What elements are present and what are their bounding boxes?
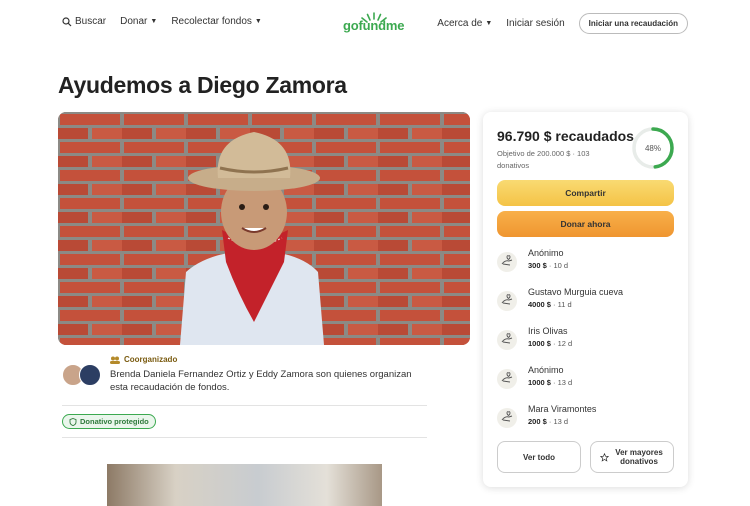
gofundme-logo[interactable]: gofundme — [343, 11, 405, 35]
donate-menu[interactable]: Donar ▼ — [120, 16, 157, 27]
donor-name: Gustavo Murguia cueva — [528, 287, 624, 297]
donate-menu-label: Donar — [120, 16, 148, 27]
fundraise-menu-label: Recolectar fondos — [171, 16, 252, 27]
co-organized-text: Coorganizado — [124, 355, 178, 364]
protected-badge[interactable]: Donativo protegido — [62, 414, 156, 429]
donation-item: Gustavo Murguia cueva 4000 $ · 11 d — [497, 287, 674, 317]
about-menu[interactable]: Acerca de ▼ — [437, 18, 492, 29]
hero-photo — [58, 112, 470, 345]
organizer-avatars[interactable] — [62, 364, 102, 386]
donation-amount: 1000 $ — [528, 339, 551, 348]
see-top-donations-label: Ver mayores donativos — [615, 448, 663, 466]
donation-item: Anónimo 300 $ · 10 d — [497, 248, 674, 278]
campaign-hero-image[interactable] — [58, 112, 470, 345]
login-label: Iniciar sesión — [506, 18, 565, 29]
nav-right: Acerca de ▼ Iniciar sesión Iniciar una r… — [437, 13, 688, 34]
donation-item: Iris Olivas 1000 $ · 12 d — [497, 326, 674, 356]
progress-percent: 48% — [645, 144, 661, 153]
donation-amount: 4000 $ — [528, 300, 551, 309]
donation-time: 12 d — [557, 339, 573, 348]
divider — [62, 437, 427, 438]
donation-meta: 300 $ · 10 d — [528, 261, 569, 270]
campaign-secondary-image[interactable] — [107, 464, 382, 506]
protected-badge-label: Donativo protegido — [80, 417, 149, 426]
co-organizer-icon — [110, 356, 120, 364]
donor-name: Anónimo — [528, 248, 564, 258]
logo-text: gofundme — [343, 18, 405, 33]
donation-item: Anónimo 1000 $ · 13 d — [497, 365, 674, 395]
donation-meta: 4000 $ · 11 d — [528, 300, 572, 309]
donation-hand-icon — [497, 330, 517, 350]
donation-hand-icon — [497, 252, 517, 272]
login-link[interactable]: Iniciar sesión — [506, 18, 564, 29]
donation-meta: 1000 $ · 13 d — [528, 378, 573, 387]
donation-time: 10 d — [553, 261, 569, 270]
avatar — [79, 364, 101, 386]
donate-now-button[interactable]: Donar ahora — [497, 211, 674, 237]
search-icon — [62, 16, 72, 26]
about-menu-label: Acerca de — [437, 18, 483, 29]
goal-text: Objetivo de 200.000 $ · 103 donativos — [497, 149, 590, 170]
donation-meta: 1000 $ · 12 d — [528, 339, 573, 348]
donation-hand-icon — [497, 291, 517, 311]
donor-name: Iris Olivas — [528, 326, 568, 336]
star-icon — [600, 452, 609, 462]
page-title: Ayudemos a Diego Zamora — [58, 72, 347, 98]
donation-amount: 300 $ — [528, 261, 547, 270]
donation-time: 13 d — [553, 417, 569, 426]
donation-amount: 1000 $ — [528, 378, 551, 387]
shield-icon — [69, 417, 77, 426]
donation-item: Mara Viramontes 200 $ · 13 d — [497, 404, 674, 434]
donor-name: Anónimo — [528, 365, 564, 375]
share-button[interactable]: Compartir — [497, 180, 674, 206]
nav-left: Buscar Donar ▼ Recolectar fondos ▼ — [62, 16, 262, 27]
raised-amount: 96.790 $ recaudados — [497, 128, 634, 144]
donation-card: 96.790 $ recaudados Objetivo de 200.000 … — [483, 112, 688, 487]
donation-hand-icon — [497, 369, 517, 389]
donation-hand-icon — [497, 408, 517, 428]
see-all-button[interactable]: Ver todo — [497, 441, 581, 473]
chevron-down-icon: ▼ — [485, 20, 493, 27]
co-organized-label: Coorganizado — [110, 355, 177, 364]
fundraise-menu[interactable]: Recolectar fondos ▼ — [171, 16, 262, 27]
donation-time: 13 d — [557, 378, 573, 387]
search-link[interactable]: Buscar — [62, 16, 106, 27]
divider — [62, 405, 427, 406]
top-nav: Buscar Donar ▼ Recolectar fondos ▼ gofun… — [0, 0, 750, 44]
organizer-text: Brenda Daniela Fernandez Ortiz y Eddy Za… — [110, 369, 412, 393]
chevron-down-icon: ▼ — [150, 18, 158, 25]
start-fundraiser-button[interactable]: Iniciar una recaudación — [578, 13, 688, 34]
donation-meta: 200 $ · 13 d — [528, 417, 569, 426]
progress-ring: 48% — [632, 127, 674, 169]
donation-amount: 200 $ — [528, 417, 547, 426]
search-label: Buscar — [75, 16, 107, 27]
chevron-down-icon: ▼ — [254, 18, 262, 25]
donor-name: Mara Viramontes — [528, 404, 597, 414]
donation-time: 11 d — [557, 300, 572, 309]
see-top-donations-button[interactable]: Ver mayores donativos — [590, 441, 674, 473]
